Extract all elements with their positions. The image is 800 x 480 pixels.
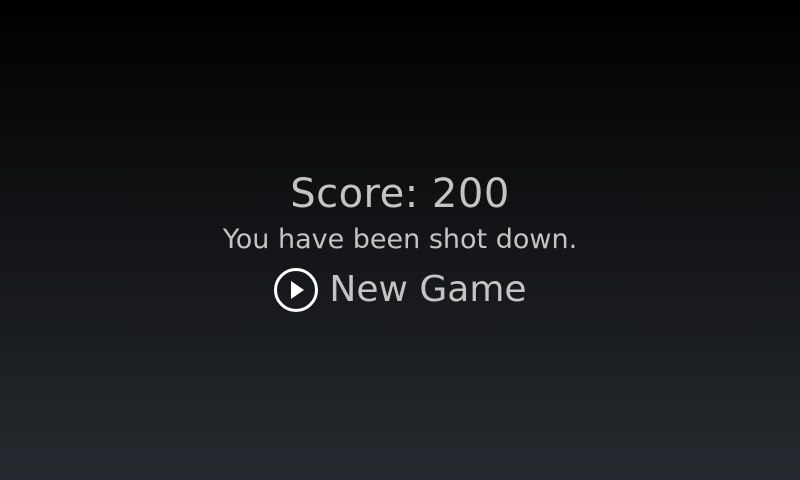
game-over-screen: Score: 200 You have been shot down. New … — [0, 0, 800, 480]
game-over-panel: Score: 200 You have been shot down. New … — [0, 170, 800, 313]
game-over-message: You have been shot down. — [222, 224, 578, 255]
new-game-button[interactable]: New Game — [273, 267, 527, 313]
new-game-label: New Game — [329, 269, 527, 310]
score-label: Score: 200 — [290, 171, 510, 217]
play-circle-icon — [274, 268, 319, 312]
